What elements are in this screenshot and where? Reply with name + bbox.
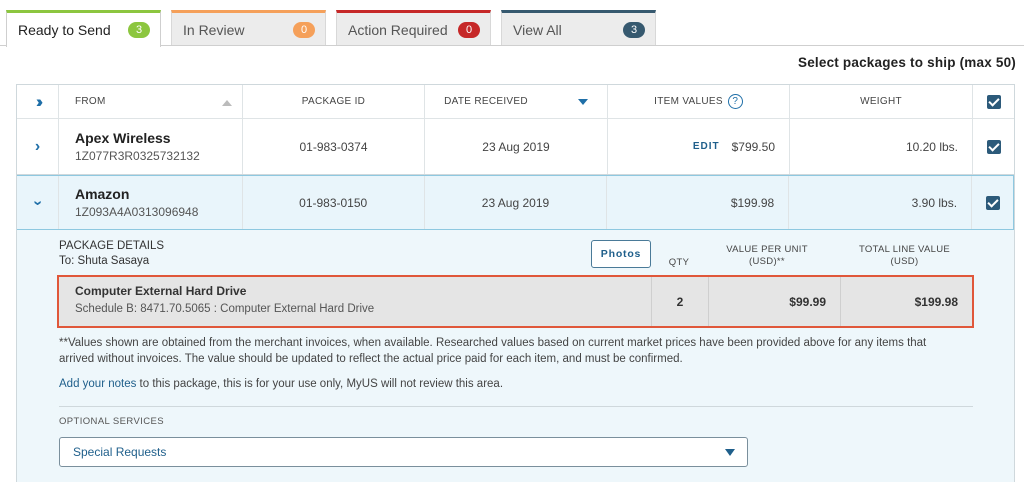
sort-ascending-icon: [222, 100, 232, 106]
tracking-number: 1Z077R3R0325732132: [75, 149, 200, 163]
column-header-label: PACKAGE ID: [301, 96, 366, 107]
photos-button[interactable]: Photos: [591, 240, 651, 268]
add-notes-link[interactable]: Add your notes: [59, 378, 136, 390]
tab-count-badge: 0: [458, 22, 480, 38]
sender-name: Apex Wireless: [75, 130, 171, 146]
recipient-name: To: Shuta Sasaya: [59, 255, 150, 267]
column-item-values: ITEM VALUES ?: [608, 85, 790, 118]
status-tabs: Ready to Send 3 In Review 0 Action Requi…: [6, 10, 1016, 47]
select-value: Special Requests: [73, 445, 167, 459]
tracking-number: 1Z093A4A0313096948: [74, 205, 199, 219]
optional-services-select[interactable]: Special Requests: [59, 437, 748, 467]
tab-label: In Review: [183, 21, 245, 38]
column-date-received[interactable]: DATE RECEIVED: [425, 85, 608, 118]
item-schedule-b: Schedule B: 8471.70.5065 : Computer Exte…: [75, 303, 375, 315]
sort-descending-icon: [577, 98, 588, 105]
tab-view-all[interactable]: View All 3: [501, 10, 656, 46]
header-line: (USD): [890, 256, 919, 267]
values-footnote: **Values shown are obtained from the mer…: [59, 337, 927, 365]
divider: [59, 406, 973, 407]
chevron-right-icon: ›: [34, 137, 41, 155]
select-packages-title: Select packages to ship (max 50): [798, 55, 1016, 70]
tab-in-review[interactable]: In Review 0: [171, 10, 326, 46]
collapse-row-button[interactable]: ›: [17, 176, 59, 229]
line-item-row: Computer External Hard Drive Schedule B:…: [57, 275, 974, 328]
from-cell: Apex Wireless 1Z077R3R0325732132: [59, 119, 243, 174]
tab-label: Action Required: [348, 21, 448, 38]
tab-count-badge: 3: [128, 22, 150, 38]
question-circle-icon[interactable]: ?: [727, 94, 743, 109]
sender-name: Amazon: [74, 186, 130, 202]
table-header: ›› FROM PACKAGE ID DATE RECEIVED ITEM VA…: [17, 85, 1014, 119]
date-received: 23 Aug 2019: [425, 176, 608, 229]
column-header-label: FROM: [75, 96, 106, 107]
tab-count-badge: 0: [293, 22, 315, 38]
tab-ready-to-send[interactable]: Ready to Send 3: [6, 10, 161, 47]
table-row: › Apex Wireless 1Z077R3R0325732132 01-98…: [17, 119, 1014, 175]
package-weight: 10.20 lbs.: [790, 119, 973, 174]
item-name: Computer External Hard Drive: [75, 284, 247, 298]
tab-action-required[interactable]: Action Required 0: [336, 10, 491, 46]
item-unit-value: $99.99: [709, 277, 841, 326]
chevron-down-icon: ›: [29, 199, 47, 206]
qty-header: QTY: [668, 257, 690, 268]
tab-label: Ready to Send: [18, 22, 111, 38]
checkbox-checked-icon: [986, 94, 1001, 109]
package-weight: 3.90 lbs.: [789, 176, 973, 229]
expand-row-button[interactable]: ›: [17, 119, 59, 174]
notes-line: Add your notes to this package, this is …: [59, 378, 503, 390]
checkbox-checked-icon: [985, 195, 1000, 210]
column-header-label: DATE RECEIVED: [444, 96, 528, 107]
column-package-id[interactable]: PACKAGE ID: [243, 85, 425, 118]
item-value: $799.50: [731, 139, 775, 154]
date-received: 23 Aug 2019: [425, 119, 608, 174]
package-details-title: PACKAGE DETAILS: [59, 240, 165, 252]
edit-values-link[interactable]: EDIT: [693, 141, 720, 152]
package-id: 01-983-0374: [243, 119, 425, 174]
item-qty: 2: [652, 277, 709, 326]
column-weight: WEIGHT: [790, 85, 973, 118]
value-per-unit-header: VALUE PER UNIT (USD)**: [717, 244, 817, 268]
item-value: $199.98: [607, 176, 790, 229]
checkbox-checked-icon: [986, 139, 1001, 154]
header-line: TOTAL LINE VALUE: [858, 244, 951, 255]
package-details-panel: PACKAGE DETAILS To: Shuta Sasaya Photos …: [17, 230, 1014, 482]
double-chevron-right-icon: ››: [35, 91, 44, 111]
table-row-expanded: › Amazon 1Z093A4A0313096948 01-983-0150 …: [17, 175, 1014, 230]
package-id: 01-983-0150: [243, 176, 425, 229]
column-header-label: WEIGHT: [860, 96, 902, 107]
total-line-value-header: TOTAL LINE VALUE (USD): [852, 244, 957, 268]
header-line: (USD)**: [749, 256, 785, 267]
packages-table: ›› FROM PACKAGE ID DATE RECEIVED ITEM VA…: [16, 84, 1015, 482]
select-all-checkbox[interactable]: [973, 85, 1014, 118]
package-select-checkbox[interactable]: [972, 176, 1013, 229]
chevron-down-icon: [725, 449, 735, 456]
from-cell: Amazon 1Z093A4A0313096948: [59, 176, 243, 229]
column-header-label: ITEM VALUES: [654, 96, 723, 107]
package-select-checkbox[interactable]: [973, 119, 1014, 174]
expand-all-button[interactable]: ››: [17, 85, 59, 118]
item-total-value: $199.98: [914, 294, 958, 309]
tab-count-badge: 3: [623, 22, 645, 38]
column-from[interactable]: FROM: [59, 85, 243, 118]
notes-description: to this package, this is for your use on…: [136, 378, 504, 390]
tab-label: View All: [513, 21, 562, 38]
optional-services-label: OPTIONAL SERVICES: [59, 416, 164, 427]
item-values-cell: EDIT $799.50: [608, 119, 790, 174]
item-description: Computer External Hard Drive Schedule B:…: [59, 277, 652, 326]
header-line: VALUE PER UNIT: [726, 244, 808, 255]
